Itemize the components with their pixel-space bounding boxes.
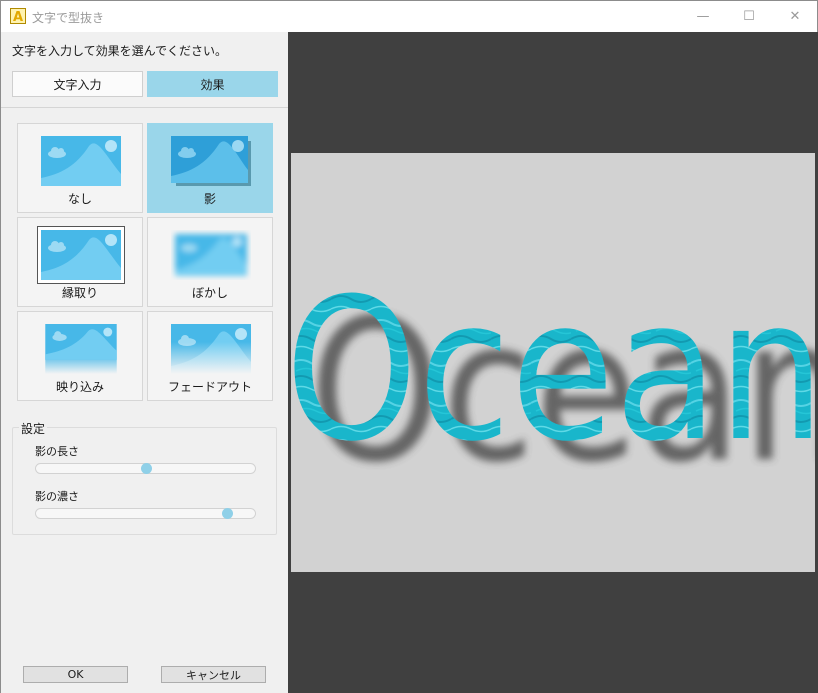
shadow-image-icon [171,136,251,186]
shadow-length-slider[interactable] [35,463,256,474]
settings-group: 設定 影の長さ 影の濃さ [12,420,277,535]
effect-border-label: 縁取り [61,286,98,300]
app-window: A 文字で型抜き — ☐ ✕ 文字を入力して効果を選んでください。 文字入力 効… [0,0,818,693]
shadow-density-slider-thumb[interactable] [221,508,233,519]
close-button[interactable]: ✕ [772,1,818,32]
preview-canvas: Ocean Ocean [291,153,815,572]
preview-area: Ocean Ocean [288,32,818,693]
shadow-length-label: 影の長さ [35,445,79,458]
tab-effect[interactable]: 効果 [147,71,278,97]
divider [1,107,288,108]
close-icon: ✕ [789,9,801,24]
effect-border-card[interactable]: 縁取り [17,217,143,307]
maximize-icon: ☐ [743,9,755,24]
effect-none-label: なし [67,192,92,206]
preview-image: Ocean Ocean [291,257,815,506]
effect-blur-card[interactable]: ぼかし [147,217,273,307]
reflection-image-icon [45,324,117,374]
app-icon: A [10,8,26,24]
effect-fadeout-label: フェードアウト [167,380,252,394]
title-bar[interactable]: A 文字で型抜き — ☐ ✕ [1,1,817,32]
instruction-text: 文字を入力して効果を選んでください。 [12,44,228,58]
effect-reflection-label: 映り込み [55,380,104,394]
effect-shadow-label: 影 [203,192,216,206]
plain-image-icon [41,136,121,186]
shadow-density-slider[interactable] [35,508,256,519]
effect-shadow-card[interactable]: 影 [147,123,273,213]
cancel-button[interactable]: キャンセル [161,666,266,683]
effect-blur-label: ぼかし [191,286,228,300]
effect-reflection-card[interactable]: 映り込み [17,311,143,401]
maximize-button[interactable]: ☐ [726,1,772,32]
effect-fadeout-card[interactable]: フェードアウト [147,311,273,401]
settings-title: 設定 [19,420,48,437]
svg-text:A: A [13,10,23,24]
settings-panel: 文字を入力して効果を選んでください。 文字入力 効果 なし 影 縁取り ぼかし … [1,32,288,693]
minimize-icon: — [696,9,710,24]
effect-none-card[interactable]: なし [17,123,143,213]
shadow-length-slider-thumb[interactable] [140,463,152,474]
window-title: 文字で型抜き [32,11,105,25]
minimize-button[interactable]: — [680,1,726,32]
blur-image-icon [175,234,247,276]
border-image-icon [37,226,125,284]
preview-text: Ocean [291,257,815,485]
ok-button[interactable]: OK [23,666,128,683]
shadow-density-label: 影の濃さ [35,490,79,503]
tab-text-input[interactable]: 文字入力 [12,71,143,97]
fade-image-icon [171,324,251,374]
